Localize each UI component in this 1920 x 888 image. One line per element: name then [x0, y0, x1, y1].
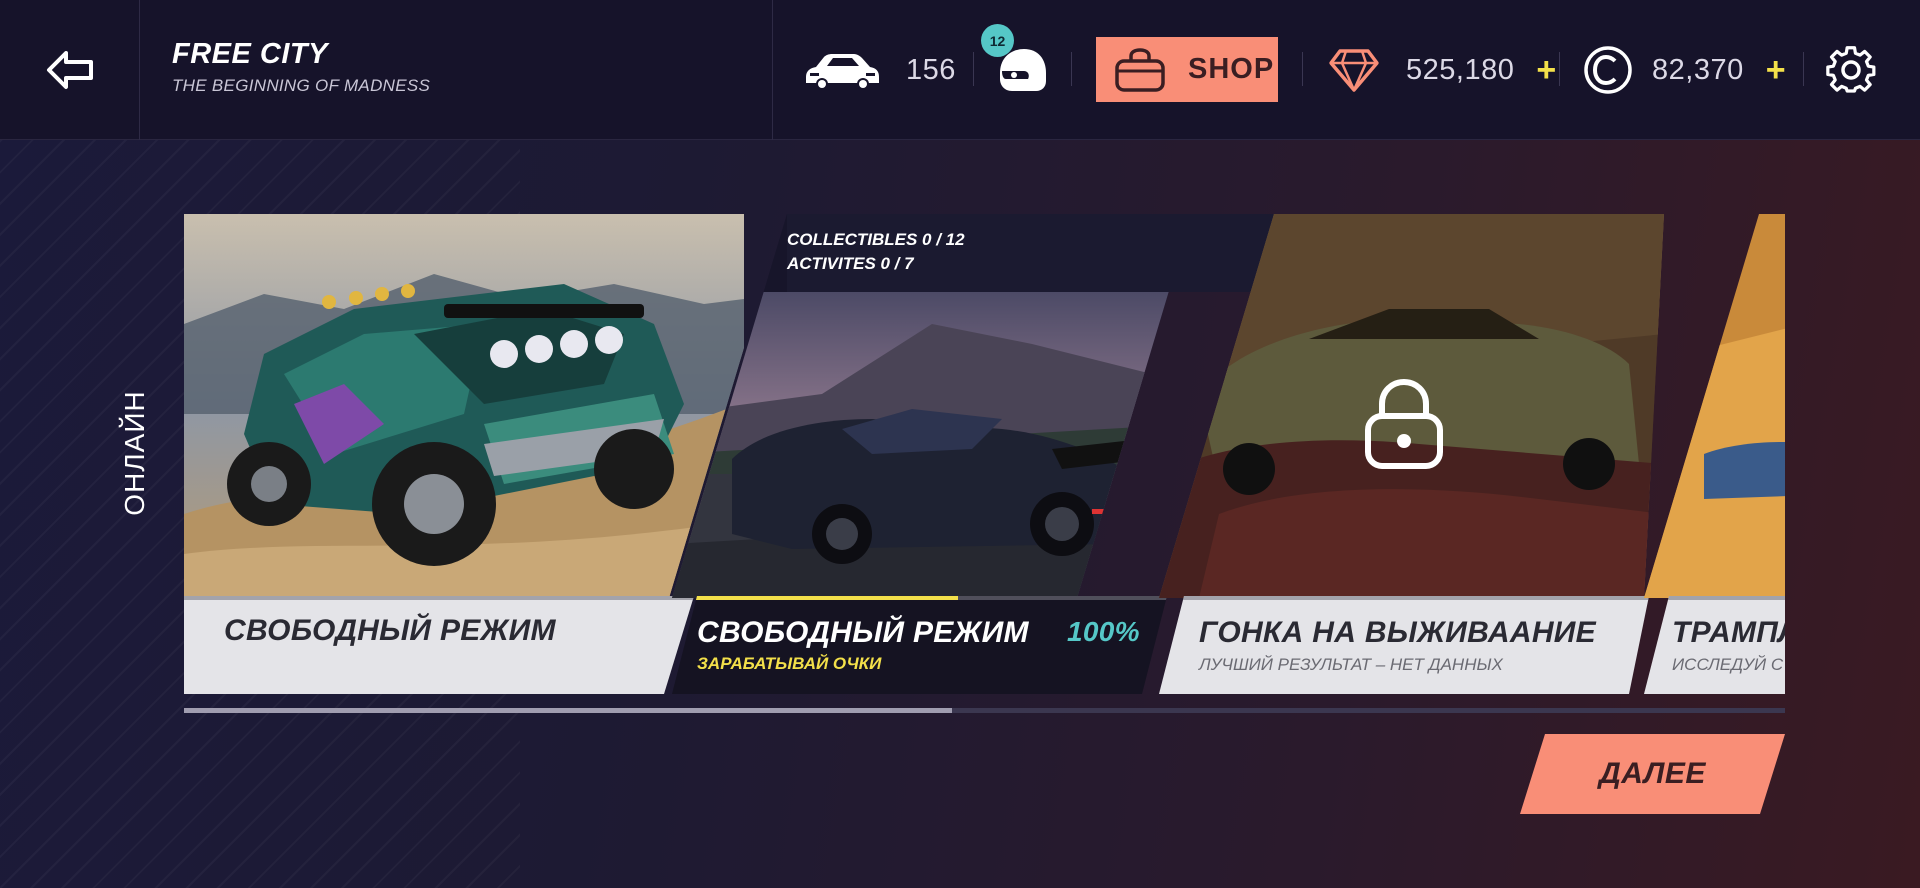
offroad-truck-illustration	[184, 214, 744, 598]
activities-count: ACTIVITES 0 / 7	[787, 254, 914, 273]
carousel-scrollbar[interactable]	[184, 708, 1785, 713]
back-arrow-icon	[46, 51, 93, 89]
back-button[interactable]	[0, 0, 140, 140]
mode-card-subtitle: ЛУЧШИЙ РЕЗУЛЬТАТ – НЕТ ДАННЫХ	[1199, 655, 1503, 674]
gear-icon	[1826, 46, 1876, 93]
credits-wallet: 82,370 +	[1582, 0, 1786, 140]
mode-card-image	[184, 214, 744, 598]
shop-label: SHOP	[1188, 53, 1275, 85]
carousel-scroll-thumb[interactable]	[184, 708, 953, 713]
mode-card-title: ТРАМПЛ	[1672, 616, 1785, 649]
title-divider	[772, 0, 773, 140]
gems-wallet: 525,180 +	[1328, 0, 1556, 140]
credit-coin-icon	[1584, 46, 1632, 94]
add-gems-button[interactable]: +	[1536, 53, 1556, 87]
card-progress-track	[184, 596, 694, 600]
mode-card-subtitle: ИССЛЕДУЙ С	[1672, 655, 1784, 674]
next-button[interactable]: ДАЛЕЕ	[1520, 734, 1785, 814]
settings-button[interactable]	[1826, 0, 1876, 140]
separator	[1071, 52, 1072, 86]
gems-value: 525,180	[1406, 53, 1515, 86]
separator	[1803, 52, 1804, 86]
mode-carousel[interactable]: СВОБОДНЫЙ РЕЖИМ COLLECTIBLES 0 / 12 ACTI…	[184, 214, 1785, 694]
separator	[1559, 52, 1560, 86]
mode-card-ramp[interactable]: ТРАМПЛ ИССЛЕДУЙ С	[1644, 214, 1785, 694]
credits-value: 82,370	[1652, 53, 1744, 86]
shop-button[interactable]: SHOP	[1096, 37, 1278, 102]
page-title: FREE CITY	[172, 38, 328, 70]
ramp-illustration	[1644, 214, 1785, 598]
helmet-level-badge: 12	[981, 24, 1014, 57]
collectibles-count: COLLECTIBLES 0 / 12	[787, 230, 965, 249]
diamond-icon	[1329, 49, 1379, 92]
separator	[1302, 52, 1303, 86]
mode-card-title: СВОБОДНЫЙ РЕЖИМ	[697, 616, 1029, 649]
mode-card-survival-race[interactable]: ГОНКА НА ВЫЖИВААНИЕ ЛУЧШИЙ РЕЗУЛЬТАТ – Н…	[1159, 214, 1664, 694]
bag-icon	[1115, 47, 1165, 92]
lock-icon	[1365, 378, 1443, 469]
car-icon	[806, 54, 879, 90]
mode-card-free-roam-online[interactable]: COLLECTIBLES 0 / 12 ACTIVITES 0 / 7 СВОБ…	[672, 214, 1277, 694]
add-credits-button[interactable]: +	[1766, 53, 1786, 87]
top-bar: FREE CITY THE BEGINNING OF MADNESS 156 1…	[0, 0, 1920, 140]
mode-card-image	[1644, 214, 1785, 598]
mode-card-free-roam[interactable]: СВОБОДНЫЙ РЕЖИМ	[184, 214, 744, 694]
card-progress-fill	[672, 596, 958, 600]
mode-card-subtitle: ЗАРАБАТЫВАЙ ОЧКИ	[697, 654, 882, 673]
profile-helmet[interactable]	[994, 0, 1048, 140]
mode-title-block: FREE CITY THE BEGINNING OF MADNESS	[172, 38, 430, 96]
mode-card-title: СВОБОДНЫЙ РЕЖИМ	[224, 614, 556, 647]
mode-card-title: ГОНКА НА ВЫЖИВААНИЕ	[1199, 616, 1596, 649]
cars-count: 156	[906, 53, 956, 86]
section-label-online: ОНЛАЙН	[119, 390, 150, 516]
separator	[973, 52, 974, 86]
page-subtitle: THE BEGINNING OF MADNESS	[172, 76, 431, 95]
card-progress-track	[1159, 596, 1649, 600]
next-button-label: ДАЛЕЕ	[1599, 757, 1706, 790]
completion-percent: 100%	[1067, 616, 1140, 647]
garage-counter[interactable]: 156	[802, 0, 956, 140]
